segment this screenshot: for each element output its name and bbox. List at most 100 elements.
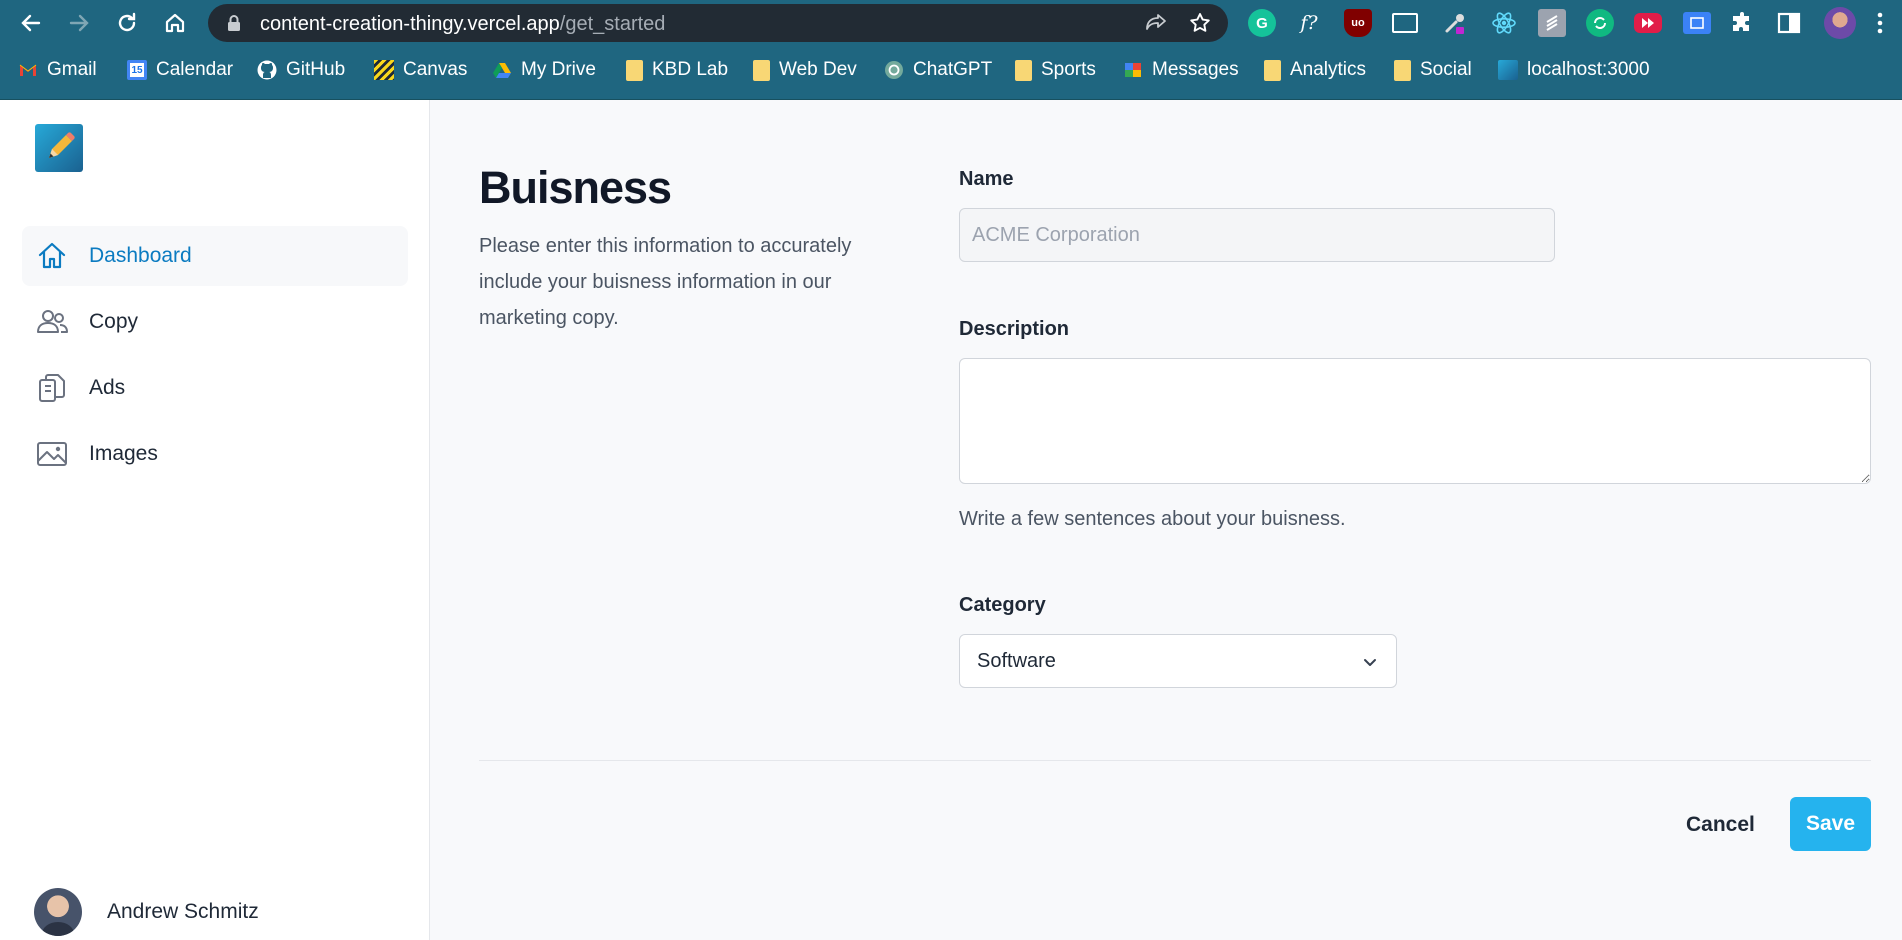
clipboard-icon <box>39 374 65 402</box>
gmail-icon <box>19 64 37 76</box>
chevron-down-icon <box>1364 659 1376 666</box>
back-button[interactable] <box>14 6 48 40</box>
bookmark-calendar[interactable]: 15 Calendar <box>127 52 233 88</box>
bookmark-label: GitHub <box>286 59 346 80</box>
browser-toolbar: content-creation-thingy.vercel.app/get_s… <box>0 0 1902 46</box>
bookmark-gmail[interactable]: Gmail <box>18 52 97 88</box>
app-logo[interactable] <box>35 124 83 172</box>
folder-icon <box>1264 59 1281 81</box>
stack-extension-icon[interactable] <box>1538 9 1566 37</box>
bookmark-sports[interactable]: Sports <box>1015 52 1096 88</box>
sidebar-item-label: Copy <box>89 310 139 333</box>
bookmark-label: My Drive <box>521 59 596 80</box>
bookmark-analytics[interactable]: Analytics <box>1264 52 1366 88</box>
browser-chrome: content-creation-thingy.vercel.app/get_s… <box>0 0 1902 100</box>
grammarly-icon[interactable]: G <box>1248 9 1276 37</box>
sidebar-item-dashboard[interactable]: Dashboard <box>22 226 408 286</box>
name-input[interactable] <box>959 208 1555 262</box>
sidebar-item-copy[interactable]: Copy <box>22 292 408 352</box>
github-icon <box>257 60 277 80</box>
bookmark-canvas[interactable]: Canvas <box>374 52 467 88</box>
canvas-icon <box>374 60 394 80</box>
reader-icon[interactable] <box>1392 13 1418 33</box>
ublock-icon[interactable]: uo <box>1344 9 1372 37</box>
share-icon[interactable] <box>1144 12 1168 34</box>
bookmark-label: Messages <box>1152 59 1239 80</box>
bookmark-label: Analytics <box>1290 59 1367 80</box>
bookmark-my-drive[interactable]: My Drive <box>492 52 596 88</box>
bookmark-label: Web Dev <box>779 59 857 80</box>
page-title: Buisness <box>479 162 672 213</box>
calendar-icon: 15 <box>127 60 147 80</box>
sidebar-item-label: Ads <box>89 376 126 399</box>
image-icon <box>37 442 67 466</box>
user-profile[interactable]: Andrew Schmitz <box>34 888 259 936</box>
section-description: Please enter this information to accurat… <box>479 235 852 329</box>
sidebar-item-label: Images <box>89 442 158 465</box>
eyedropper-icon[interactable] <box>1441 9 1469 37</box>
cancel-button[interactable]: Cancel <box>1678 798 1763 852</box>
bookmarks-bar: Gmail 15 Calendar GitHub Canvas My Drive… <box>0 52 1902 88</box>
address-bar[interactable]: content-creation-thingy.vercel.app/get_s… <box>208 4 1228 42</box>
folder-icon <box>1015 59 1032 81</box>
bookmark-label: Gmail <box>47 59 97 80</box>
drive-icon <box>493 63 511 78</box>
bookmark-chatgpt[interactable]: ChatGPT <box>884 52 992 88</box>
category-label: Category <box>959 594 1046 616</box>
sync-extension-icon[interactable] <box>1586 9 1614 37</box>
bookmark-social[interactable]: Social <box>1394 52 1472 88</box>
localhost-icon <box>1498 60 1518 80</box>
bookmark-messages[interactable]: Messages <box>1123 52 1239 88</box>
bookmark-label: ChatGPT <box>913 59 993 80</box>
name-label: Name <box>959 168 1014 190</box>
folder-icon <box>753 59 770 81</box>
users-icon <box>37 310 68 333</box>
reload-button[interactable] <box>110 6 144 40</box>
save-button[interactable]: Save <box>1790 797 1871 851</box>
bookmark-label: Social <box>1420 59 1472 80</box>
messages-icon <box>1125 63 1141 77</box>
sidebar-item-label: Dashboard <box>89 244 192 267</box>
bookmark-localhost[interactable]: localhost:3000 <box>1498 52 1650 88</box>
puzzle-icon[interactable] <box>1728 9 1756 37</box>
bookmark-kbd-lab[interactable]: KBD Lab <box>626 52 728 88</box>
home-button[interactable] <box>158 6 192 40</box>
user-name: Andrew Schmitz <box>107 900 259 923</box>
bookmark-label: localhost:3000 <box>1527 59 1650 80</box>
bookmark-github[interactable]: GitHub <box>257 52 345 88</box>
typography-extension-icon[interactable]: f? <box>1295 9 1323 37</box>
main-content: Buisness Please enter this information t… <box>431 100 1902 940</box>
avatar <box>34 888 82 936</box>
youtube-extension-icon[interactable] <box>1634 13 1662 33</box>
bookmark-label: KBD Lab <box>652 59 729 80</box>
forward-button[interactable] <box>62 6 96 40</box>
sidebar-item-ads[interactable]: Ads <box>22 358 408 418</box>
url-text: content-creation-thingy.vercel.app/get_s… <box>260 13 665 36</box>
profile-avatar-icon[interactable] <box>1824 7 1856 39</box>
kebab-menu-icon[interactable] <box>1870 9 1890 37</box>
bookmark-label: Sports <box>1041 59 1096 80</box>
description-textarea[interactable] <box>959 358 1871 484</box>
url-host: content-creation-thingy.vercel.app <box>260 13 560 35</box>
bookmark-label: Calendar <box>156 59 234 80</box>
translate-extension-icon[interactable] <box>1683 12 1711 34</box>
bookmark-web-dev[interactable]: Web Dev <box>753 52 857 88</box>
arrow-right-icon <box>69 14 89 32</box>
react-devtools-icon[interactable] <box>1490 9 1518 37</box>
lock-icon <box>228 15 240 31</box>
category-selected-value: Software <box>977 649 1056 672</box>
url-path: /get_started <box>559 13 666 35</box>
reload-icon <box>118 12 136 32</box>
star-icon[interactable] <box>1188 11 1212 35</box>
sidebar: Dashboard Copy Ads Images Andrew Schmitz <box>0 100 430 940</box>
bookmark-label: Canvas <box>403 59 468 80</box>
category-select[interactable]: Software <box>959 634 1397 688</box>
pencil-icon <box>49 132 75 158</box>
arrow-left-icon <box>21 14 41 32</box>
chatgpt-icon <box>885 61 903 79</box>
description-help-text: Write a few sentences about your buisnes… <box>959 508 1346 530</box>
sidebar-item-images[interactable]: Images <box>22 424 408 484</box>
side-panel-icon[interactable] <box>1775 9 1803 37</box>
folder-icon <box>1394 59 1411 81</box>
folder-icon <box>626 59 643 81</box>
